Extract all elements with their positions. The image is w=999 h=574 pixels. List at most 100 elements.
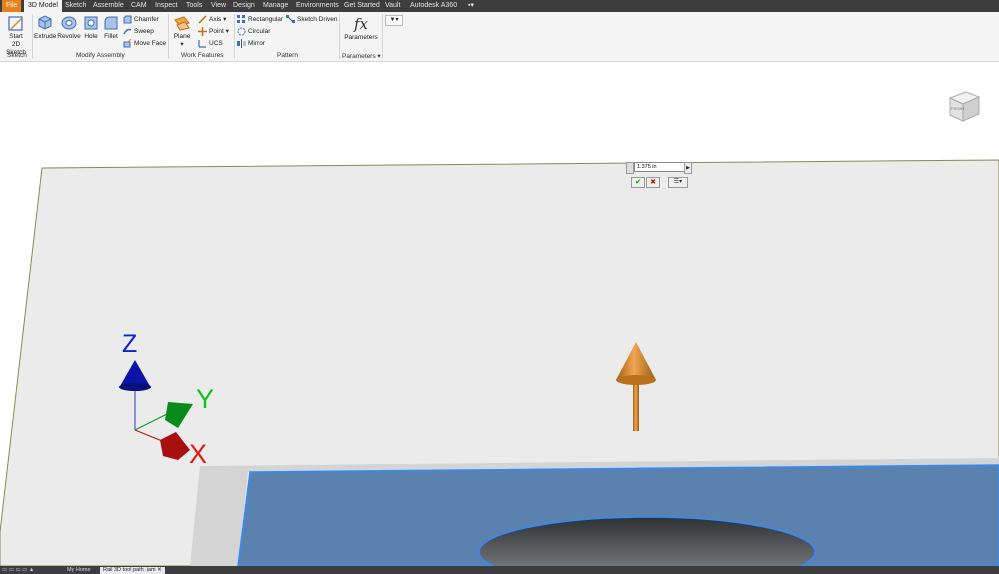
ucs-button[interactable]: UCS	[198, 39, 223, 49]
parameters-label: Parameters	[344, 34, 378, 41]
plane-button[interactable]: Plane ▾	[172, 14, 192, 49]
start-label: Start	[9, 33, 23, 40]
group-separator	[32, 14, 33, 59]
revolve-button[interactable]: Revolve	[57, 14, 81, 41]
fx-icon: fx	[353, 15, 368, 33]
menu-get-started[interactable]: Get Started	[340, 0, 384, 12]
rectangular-pattern-button[interactable]: Rectangular	[237, 15, 283, 25]
menu-assemble[interactable]: Assemble	[89, 0, 128, 12]
fillet-button[interactable]: Fillet	[102, 14, 120, 41]
group-separator	[382, 14, 383, 59]
extrude-icon	[38, 15, 52, 30]
document-tab-bar: ▭ ▭ ▭ ▭ ▲ My Home Rail 3D tool path .iam…	[0, 566, 999, 574]
menu-tools[interactable]: Tools	[182, 0, 206, 12]
menu-inspect[interactable]: Inspect	[151, 0, 182, 12]
arrow-base	[616, 375, 656, 385]
operation-menu-icon[interactable]: ☰▾	[668, 177, 688, 188]
rectangular-label: Rectangular	[248, 16, 284, 24]
ucs-icon	[198, 40, 206, 48]
axis-z-label: Z	[122, 330, 138, 358]
tab-active-document[interactable]: Rail 3D tool path .iam ✕	[100, 567, 165, 574]
menu-view[interactable]: View	[207, 0, 230, 12]
group-label-pattern: Pattern	[277, 52, 298, 59]
sweep-button[interactable]: Sweep	[123, 27, 154, 37]
rectangular-pattern-icon	[237, 15, 245, 23]
viewcube-face-label: FRONT	[951, 106, 965, 111]
group-separator	[234, 14, 235, 59]
group-label-sketch: Sketch	[7, 52, 27, 59]
camera-dropdown-icon[interactable]: ▪▾	[464, 0, 478, 12]
circular-label: Circular	[248, 28, 271, 36]
circular-pattern-icon	[237, 27, 246, 36]
circular-pattern-button[interactable]: Circular	[237, 27, 270, 37]
mirror-button[interactable]: Mirror	[237, 39, 265, 49]
menu-design[interactable]: Design	[229, 0, 259, 12]
group-separator	[168, 14, 169, 59]
revolve-label: Revolve	[57, 33, 81, 40]
group-separator	[339, 14, 340, 59]
group-label-work-features: Work Features	[181, 52, 224, 59]
sweep-label: Sweep	[134, 28, 154, 36]
menu-bar: File 3D Model Sketch Assemble CAM Inspec…	[0, 0, 999, 12]
dimension-flip-arrow-icon[interactable]: ▶	[684, 162, 692, 174]
sweep-icon	[123, 28, 132, 35]
ribbon-options-dropdown[interactable]: ▼▾	[385, 15, 403, 26]
sketch-driven-pattern-button[interactable]: Sketch Driven	[286, 15, 337, 25]
parameters-button[interactable]: fx Parameters	[343, 14, 379, 42]
arrow-shaft	[633, 380, 639, 431]
menu-sketch[interactable]: Sketch	[61, 0, 90, 12]
ok-check-icon[interactable]: ✔	[631, 177, 645, 188]
move-face-icon	[123, 39, 132, 48]
point-label: Point	[209, 28, 224, 36]
hole-label: Hole	[84, 33, 98, 40]
tab-my-home[interactable]: My Home	[64, 567, 94, 574]
ucs-label: UCS	[209, 40, 223, 48]
move-face-button[interactable]: Move Face	[123, 39, 166, 49]
menu-vault[interactable]: Vault	[381, 0, 404, 12]
plane-icon	[174, 16, 190, 31]
chamfer-button[interactable]: Chamfer	[123, 15, 159, 25]
fillet-label: Fillet	[104, 33, 118, 40]
menu-file[interactable]: File	[2, 0, 22, 12]
extrude-label: Extrude	[34, 33, 57, 40]
menu-cam[interactable]: CAM	[127, 0, 151, 12]
ribbon: Start 2D Sketch Sketch Extrude Revolve H…	[0, 12, 999, 62]
hole-button[interactable]: Hole	[82, 14, 100, 41]
point-button[interactable]: Point ▾	[198, 27, 229, 37]
tab-document-label: Rail 3D tool path .iam	[103, 567, 156, 573]
sketch-icon	[8, 16, 23, 31]
graphics-viewport[interactable]: Z Y X FRONT	[0, 62, 999, 566]
menu-autodesk-a360[interactable]: Autodesk A360	[406, 0, 461, 12]
axis-label: Axis	[209, 16, 222, 24]
axis-x-label: X	[189, 439, 208, 469]
fillet-icon	[104, 16, 118, 30]
dimension-input[interactable]	[634, 162, 688, 172]
menu-environments[interactable]: Environments	[292, 0, 343, 12]
viewcube[interactable]: FRONT	[946, 88, 982, 124]
hole-icon	[84, 16, 98, 30]
point-icon	[198, 27, 207, 36]
chamfer-label: Chamfer	[134, 16, 159, 24]
move-face-label: Move Face	[134, 40, 167, 48]
group-label-parameters[interactable]: Parameters ▾	[342, 52, 381, 60]
dimension-handle[interactable]	[626, 162, 634, 174]
mirror-icon	[237, 39, 246, 48]
chamfer-icon	[123, 15, 132, 24]
tile-layout-icons[interactable]: ▭ ▭ ▭ ▭ ▲	[2, 567, 34, 573]
sketch-driven-icon	[286, 15, 295, 23]
dimension-editor: ▶ ✔ ✖ ☰▾	[626, 160, 692, 190]
menu-manage[interactable]: Manage	[259, 0, 292, 12]
cancel-x-icon[interactable]: ✖	[646, 177, 660, 188]
tab-close-icon[interactable]: ✕	[157, 567, 162, 573]
menu-3d-model[interactable]: 3D Model	[24, 0, 62, 12]
plane-dropdown-icon[interactable]: ▾	[180, 41, 183, 48]
axis-icon	[198, 15, 207, 24]
revolve-icon	[61, 16, 77, 30]
plane-label: Plane	[173, 33, 191, 40]
sketch-driven-label: Sketch Driven	[297, 16, 338, 24]
axis-button[interactable]: Axis ▾	[198, 15, 226, 25]
extrude-button[interactable]: Extrude	[34, 14, 56, 41]
axis-y-label: Y	[196, 384, 215, 414]
start-2d-sketch-button[interactable]: Start 2D Sketch	[2, 14, 30, 57]
group-label-modify: Modify Assembly	[76, 52, 125, 59]
